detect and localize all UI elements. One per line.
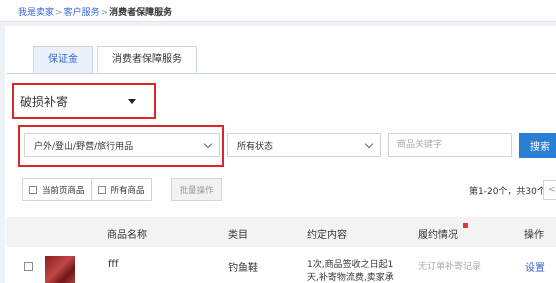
- keyword-input[interactable]: [388, 133, 512, 157]
- tab-divider: [6, 73, 556, 74]
- batch-operation-button[interactable]: 批量操作: [171, 178, 222, 201]
- breadcrumb-current: 消费者保障服务: [109, 8, 173, 18]
- row-checkbox[interactable]: [24, 262, 33, 271]
- all-items-label: 所有商品: [110, 185, 145, 196]
- selection-group: 当前页商品 所有商品: [22, 178, 152, 201]
- settings-link[interactable]: 设置: [525, 259, 545, 274]
- column-header-name: 商品名称: [107, 230, 147, 241]
- search-button[interactable]: 搜索: [519, 133, 556, 158]
- column-header-fulfillment: 履约情况: [418, 230, 458, 241]
- pager-summary: 第1-20个，共30个: [469, 187, 546, 197]
- contract-line: 天,补寄物流费,卖家承: [307, 273, 394, 283]
- product-thumbnail[interactable]: [45, 256, 75, 283]
- chevron-down-icon: [203, 139, 213, 149]
- category-select-value: 户外/登山/野营/旅行用品: [34, 141, 134, 152]
- caret-down-icon: [128, 99, 136, 104]
- checkbox-icon[interactable]: [29, 185, 37, 194]
- service-type-dropdown[interactable]: 破损补寄: [12, 85, 154, 117]
- checkbox-icon[interactable]: [97, 185, 106, 194]
- breadcrumb: 我是卖家>客户服务>消费者保障服务: [0, 0, 556, 22]
- tab-bar: 保证金 消费者保障服务: [33, 46, 201, 74]
- flag-icon: [463, 223, 468, 228]
- breadcrumb-link-seller[interactable]: 我是卖家: [18, 8, 54, 18]
- column-header-action: 操作: [524, 230, 544, 241]
- tab-consumer-protection[interactable]: 消费者保障服务: [97, 46, 197, 74]
- category-select[interactable]: 户外/登山/野营/旅行用品: [24, 133, 220, 157]
- contract-content: 1次,商品签收之日起1 天,补寄物流费,卖家承: [307, 259, 395, 283]
- tab-deposit[interactable]: 保证金: [33, 46, 93, 73]
- breadcrumb-separator: >: [55, 8, 63, 18]
- breadcrumb-separator: >: [100, 8, 109, 18]
- column-header-contract: 约定内容: [307, 230, 347, 241]
- status-select-value: 所有状态: [237, 141, 274, 152]
- breadcrumb-link-customer-service[interactable]: 客户服务: [64, 8, 100, 18]
- fulfillment-status: 无订单补寄记录: [418, 262, 482, 272]
- current-page-checkbox[interactable]: 当前页商品: [23, 179, 91, 200]
- all-items-checkbox[interactable]: 所有商品: [90, 179, 151, 200]
- product-name[interactable]: fff: [108, 259, 118, 270]
- current-page-label: 当前页商品: [42, 185, 85, 196]
- column-header-category: 类目: [228, 230, 248, 241]
- contract-line: 1次,商品签收之日起1: [307, 260, 394, 270]
- pager-prev-button[interactable]: <: [543, 180, 556, 200]
- table-header: [6, 217, 556, 247]
- service-type-value: 破损补寄: [20, 94, 69, 109]
- product-category: 钓鱼鞋: [228, 263, 258, 274]
- chevron-down-icon: [364, 139, 374, 149]
- status-select[interactable]: 所有状态: [227, 133, 381, 157]
